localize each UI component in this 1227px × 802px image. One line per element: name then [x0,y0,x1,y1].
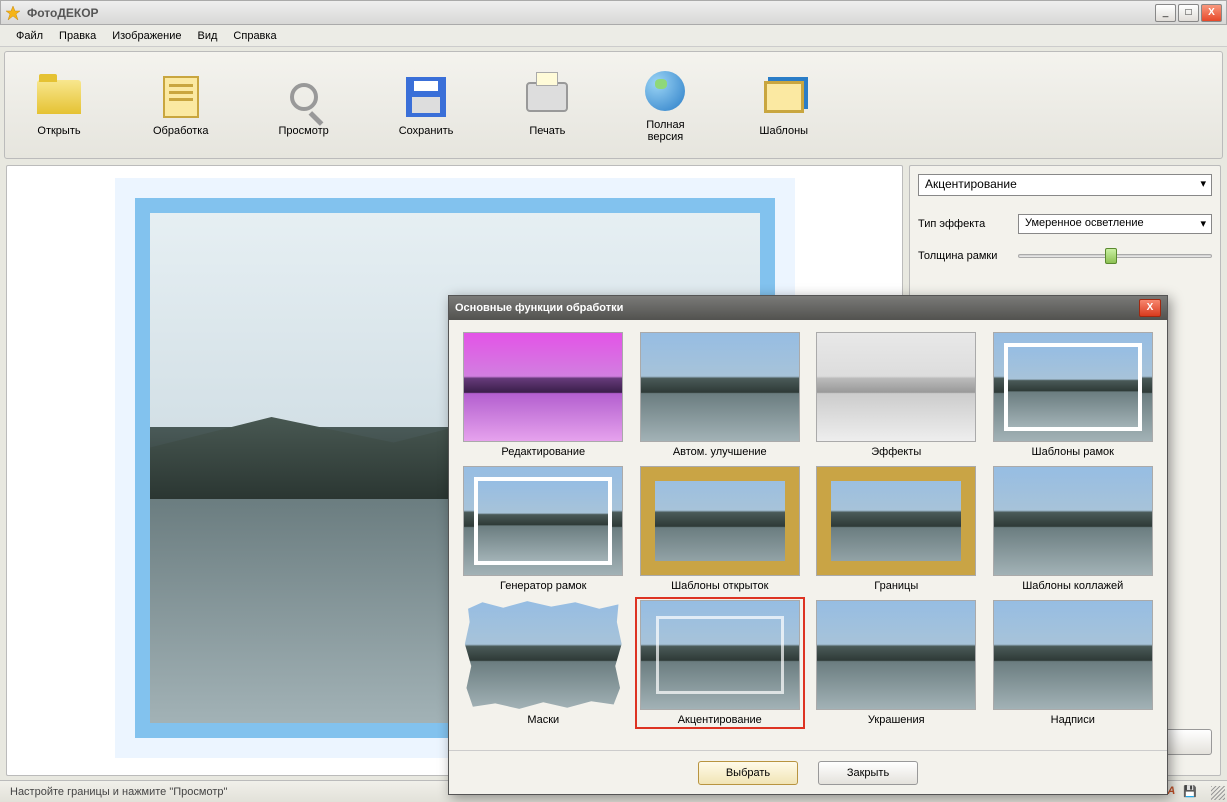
functions-dialog: Основные функции обработки X Редактирова… [448,295,1168,795]
main-effect-select[interactable]: Акцентирование [918,174,1212,196]
function-thumb-11[interactable]: Надписи [991,600,1156,726]
window-buttons: _ □ X [1155,4,1222,22]
dialog-grid: Редактирование Автом. улучшение Эффекты Шаб… [449,320,1167,750]
toolbar-full-version[interactable]: Полная версия [641,67,689,143]
thumb-image [463,600,623,710]
thumb-image [463,466,623,576]
thumb-image [816,600,976,710]
resize-grip[interactable] [1211,786,1225,800]
function-thumb-0[interactable]: Редактирование [461,332,626,458]
toolbar-templates[interactable]: Шаблоны [759,73,808,137]
thumb-image [816,332,976,442]
function-thumb-7[interactable]: Шаблоны коллажей [991,466,1156,592]
thumb-image [640,332,800,442]
dialog-titlebar[interactable]: Основные функции обработки X [449,296,1167,320]
menubar: Файл Правка Изображение Вид Справка [0,25,1227,47]
templates-icon [760,73,808,121]
status-font-icon[interactable]: A [1167,785,1175,798]
dialog-close-btn[interactable]: Закрыть [818,761,918,785]
thumb-image [816,466,976,576]
border-width-slider[interactable] [1018,254,1212,258]
toolbar-open[interactable]: Открыть [35,73,83,137]
thumb-caption: Акцентирование [678,714,762,726]
thumb-image [463,332,623,442]
function-thumb-3[interactable]: Шаблоны рамок [991,332,1156,458]
effect-type-select-wrap[interactable]: Умеренное осветление [1018,214,1212,234]
thumb-image [993,600,1153,710]
thumb-caption: Шаблоны коллажей [1022,580,1123,592]
thumb-caption: Автом. улучшение [673,446,767,458]
app-icon [5,5,21,21]
dialog-buttons: Выбрать Закрыть [449,750,1167,794]
thumb-caption: Шаблоны рамок [1032,446,1114,458]
close-button[interactable]: X [1201,4,1222,22]
thumb-caption: Генератор рамок [500,580,586,592]
dialog-close-button[interactable]: X [1139,299,1161,317]
border-width-label: Толщина рамки [918,250,1008,262]
window-title: ФотоДЕКОР [27,6,1155,20]
menu-view[interactable]: Вид [190,27,226,45]
status-hint: Настройте границы и нажмите "Просмотр" [10,786,227,798]
dialog-select-button[interactable]: Выбрать [698,761,798,785]
thumb-caption: Границы [874,580,918,592]
dialog-title: Основные функции обработки [455,302,1139,314]
thumb-caption: Маски [527,714,559,726]
thumb-image [640,466,800,576]
maximize-button[interactable]: □ [1178,4,1199,22]
main-effect-select-wrap[interactable]: Акцентирование [918,174,1212,196]
save-icon [402,73,450,121]
globe-key-icon [641,67,689,115]
thumb-caption: Редактирование [501,446,585,458]
thumb-caption: Украшения [868,714,925,726]
toolbar-preview[interactable]: Просмотр [278,73,328,137]
menu-image[interactable]: Изображение [104,27,189,45]
function-thumb-2[interactable]: Эффекты [814,332,979,458]
window-titlebar: ФотоДЕКОР _ □ X [0,0,1227,25]
menu-file[interactable]: Файл [8,27,51,45]
thumb-image [993,466,1153,576]
function-thumb-4[interactable]: Генератор рамок [461,466,626,592]
minimize-button[interactable]: _ [1155,4,1176,22]
slider-thumb[interactable] [1105,248,1117,264]
function-thumb-9[interactable]: Акцентирование [638,600,803,726]
thumb-image [640,600,800,710]
function-thumb-5[interactable]: Шаблоны открыток [638,466,803,592]
menu-help[interactable]: Справка [225,27,284,45]
function-thumb-6[interactable]: Границы [814,466,979,592]
menu-edit[interactable]: Правка [51,27,104,45]
toolbar-save[interactable]: Сохранить [399,73,454,137]
function-thumb-8[interactable]: Маски [461,600,626,726]
thumb-caption: Надписи [1051,714,1095,726]
effect-type-label: Тип эффекта [918,218,1008,230]
document-icon [157,73,205,121]
thumb-caption: Шаблоны открыток [671,580,768,592]
magnifier-icon [280,73,328,121]
printer-icon [523,73,571,121]
status-save-icon[interactable]: 💾 [1183,785,1197,798]
folder-open-icon [35,73,83,121]
toolbar-process[interactable]: Обработка [153,73,208,137]
effect-type-select[interactable]: Умеренное осветление [1018,214,1212,234]
function-thumb-1[interactable]: Автом. улучшение [638,332,803,458]
toolbar: Открыть Обработка Просмотр Сохранить Печ… [4,51,1223,159]
function-thumb-10[interactable]: Украшения [814,600,979,726]
toolbar-print[interactable]: Печать [523,73,571,137]
thumb-caption: Эффекты [871,446,921,458]
thumb-image [993,332,1153,442]
